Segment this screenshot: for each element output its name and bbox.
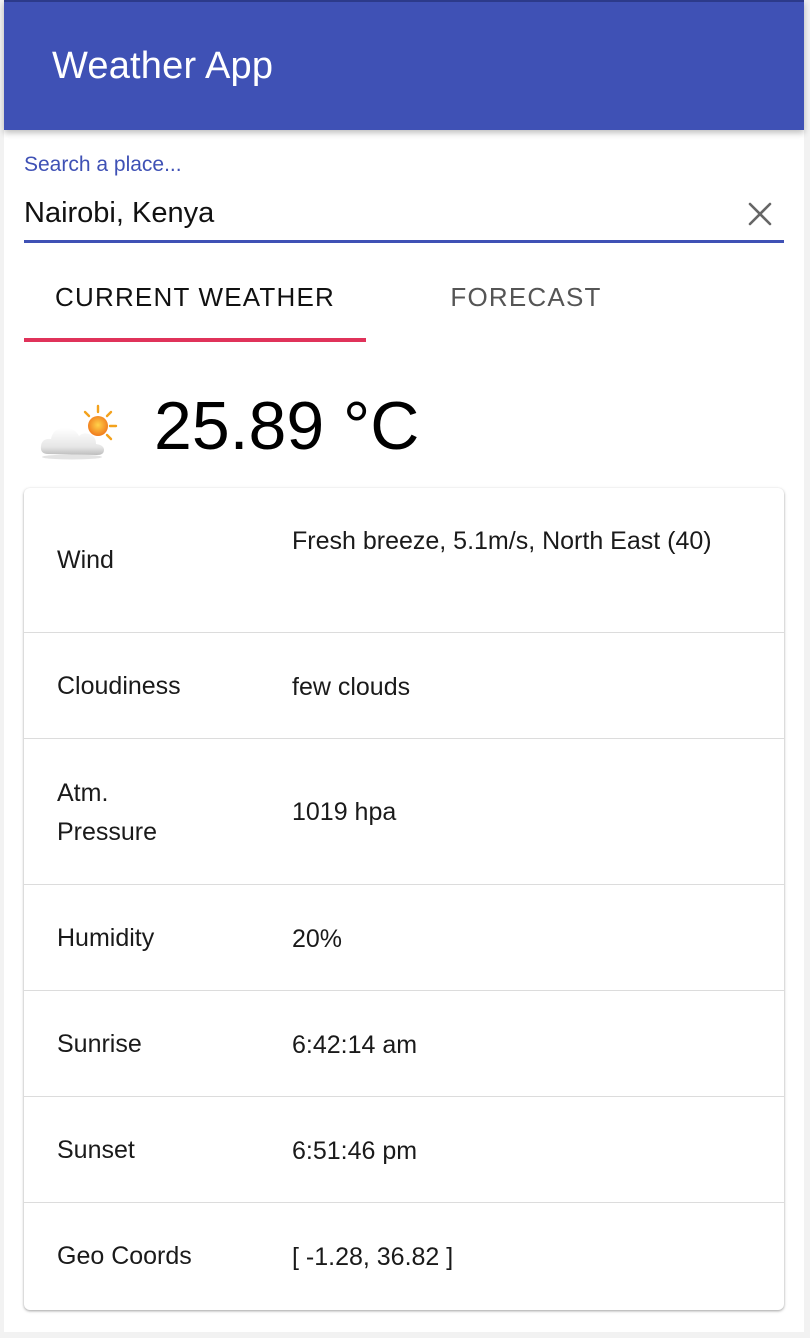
- window-edge-right: [804, 0, 810, 1338]
- detail-row-humidity: Humidity 20%: [24, 885, 784, 991]
- detail-value: few clouds: [292, 673, 411, 701]
- detail-value: Fresh breeze, 5.1m/s, North East (40): [292, 527, 712, 555]
- detail-row-sunset: Sunset 6:51:46 pm: [24, 1097, 784, 1203]
- detail-label: Atm. Pressure: [57, 779, 158, 846]
- detail-row-pressure: Atm. Pressure 1019 hpa: [24, 739, 784, 885]
- window-edge-left: [0, 0, 4, 1338]
- partly-cloudy-day-icon: [40, 404, 118, 460]
- app-bar: Weather App: [4, 0, 804, 130]
- detail-row-wind: Wind Fresh breeze, 5.1m/s, North East (4…: [24, 488, 784, 633]
- app-title: Weather App: [52, 45, 274, 87]
- detail-label: Geo Coords: [57, 1242, 192, 1270]
- detail-value: 6:51:46 pm: [292, 1137, 418, 1165]
- detail-label: Humidity: [57, 924, 155, 952]
- detail-label: Wind: [57, 546, 114, 574]
- detail-value: 1019 hpa: [292, 798, 397, 826]
- search-label: Search a place...: [24, 153, 182, 176]
- detail-label: Sunrise: [57, 1030, 142, 1058]
- detail-label: Sunset: [57, 1136, 135, 1164]
- detail-label: Cloudiness: [57, 672, 181, 700]
- clear-search-button[interactable]: [740, 194, 780, 234]
- weather-details-table: Wind Fresh breeze, 5.1m/s, North East (4…: [24, 488, 784, 1310]
- detail-row-geo-coords: Geo Coords [ -1.28, 36.82 ]: [24, 1203, 784, 1310]
- window-edge-bottom: [0, 1332, 810, 1338]
- tab-current-weather[interactable]: CURRENT WEATHER: [24, 252, 366, 342]
- detail-value: 20%: [292, 925, 343, 953]
- detail-row-cloudiness: Cloudiness few clouds: [24, 633, 784, 739]
- detail-row-sunrise: Sunrise 6:42:14 am: [24, 991, 784, 1097]
- current-weather-summary: 25.89 °C: [24, 380, 784, 470]
- search-input[interactable]: [24, 190, 724, 236]
- detail-value: 6:42:14 am: [292, 1031, 418, 1059]
- search-underline: [24, 240, 784, 243]
- detail-value: [ -1.28, 36.82 ]: [292, 1243, 454, 1271]
- close-icon: [748, 202, 772, 226]
- tab-forecast[interactable]: FORECAST: [366, 252, 686, 342]
- app-window: Weather App Search a place... CURRENT WE…: [0, 0, 810, 1338]
- weather-tabs: CURRENT WEATHER FORECAST: [24, 252, 784, 342]
- active-tab-indicator: [24, 338, 366, 342]
- current-temperature: 25.89 °C: [154, 388, 420, 464]
